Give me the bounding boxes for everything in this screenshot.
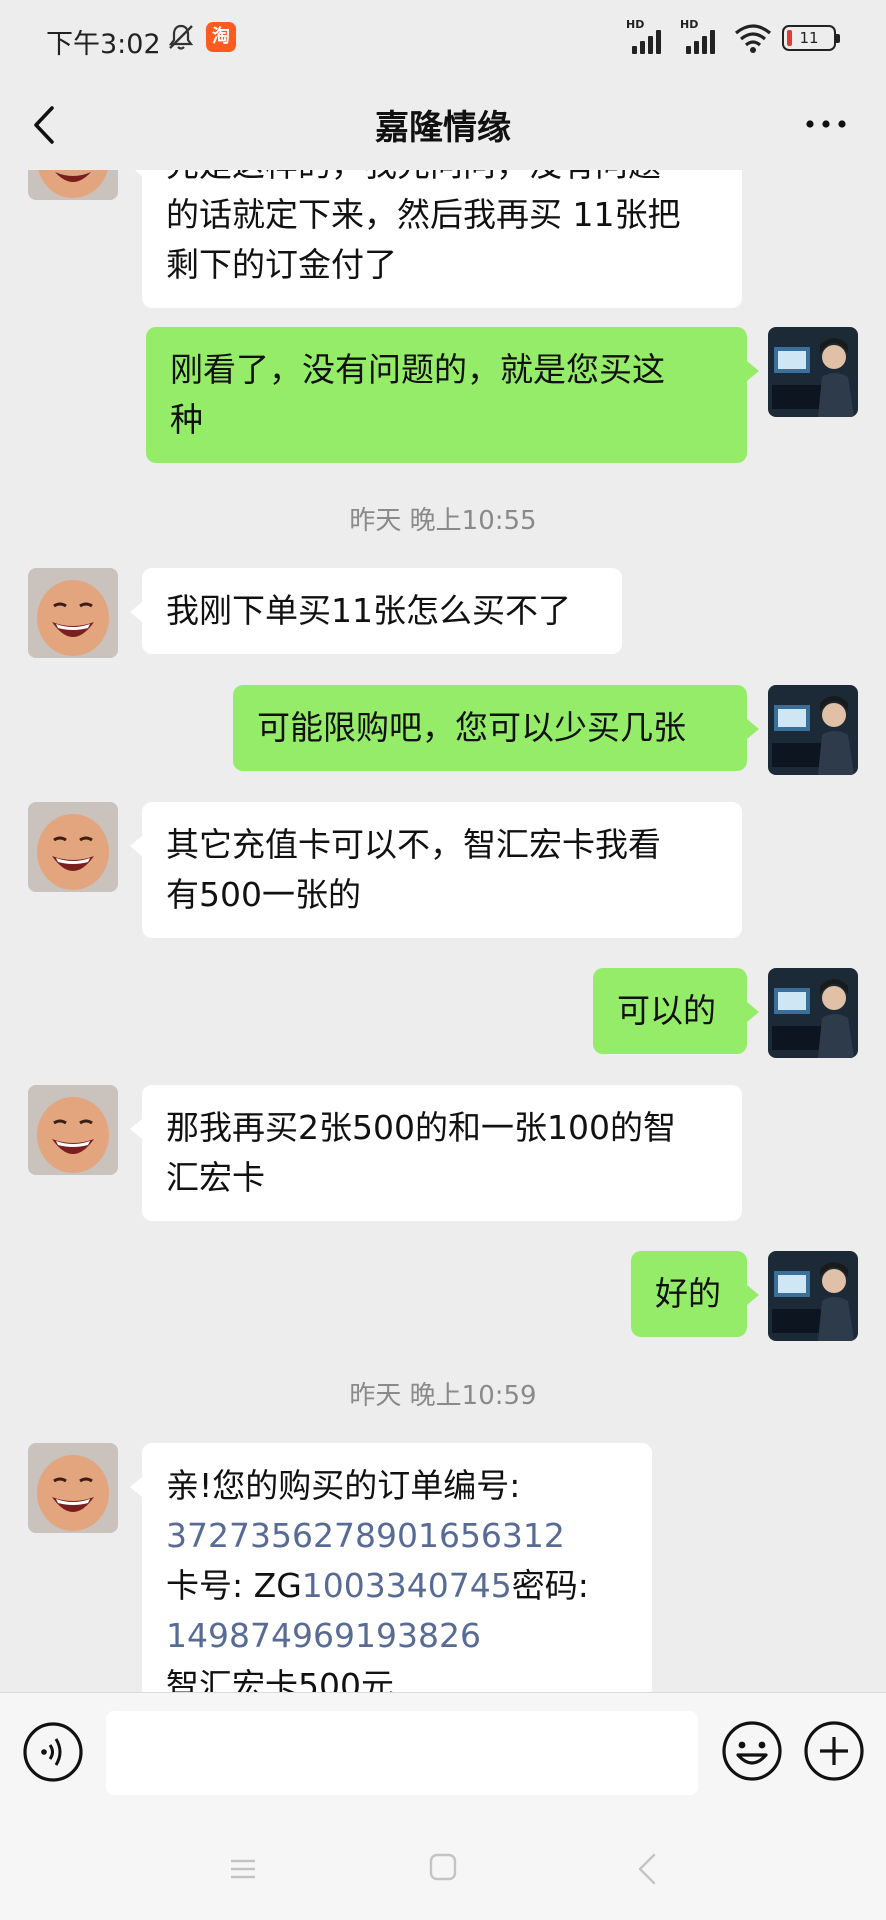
order-number-link[interactable]: 3727356278901656312 xyxy=(166,1511,628,1561)
password-label: 密码: xyxy=(511,1566,589,1605)
message-text-line: 那我再买2张500的和一张100的智 xyxy=(166,1108,676,1147)
message-bubble-incoming[interactable]: 先是这样的，我先问问，没有问题 的话就定下来，然后我再买 11张把 剩下的订金付… xyxy=(130,170,742,308)
my-avatar[interactable] xyxy=(768,968,858,1058)
message-text-line: 种 xyxy=(170,400,203,439)
my-avatar[interactable] xyxy=(768,685,858,775)
message-bubble-incoming-order[interactable]: 亲!您的购买的订单编号: 3727356278901656312 卡号: ZG1… xyxy=(130,1443,652,1692)
add-more-icon[interactable] xyxy=(802,1719,866,1783)
more-options-icon[interactable] xyxy=(804,114,848,134)
signal-2-icon: HD xyxy=(680,18,724,54)
battery-icon: 11 xyxy=(782,25,840,51)
message-bubble-outgoing[interactable]: 好的 xyxy=(631,1251,759,1337)
message-text-line: 可以的 xyxy=(617,991,716,1030)
message-bubble-incoming[interactable]: 我刚下单买11张怎么买不了 xyxy=(130,568,622,654)
message-text-line: 剩下的订金付了 xyxy=(166,245,397,284)
contact-avatar[interactable] xyxy=(28,802,118,892)
card-number-link[interactable]: 1003340745 xyxy=(302,1566,512,1605)
system-back-icon[interactable] xyxy=(636,1852,658,1886)
status-left-icons: 淘 xyxy=(166,22,236,52)
order-prefix-text: 亲!您的购买的订单编号: xyxy=(166,1466,521,1505)
message-text-line: 好的 xyxy=(655,1274,721,1313)
chat-title: 嘉隆情缘 xyxy=(375,108,511,148)
emoji-icon[interactable] xyxy=(720,1719,784,1783)
message-list[interactable]: 先是这样的，我先问问，没有问题 的话就定下来，然后我再买 11张把 剩下的订金付… xyxy=(0,170,886,1692)
message-text-line: 的话就定下来，然后我再买 11张把 xyxy=(166,195,681,234)
product-text: 智汇宏卡500元 xyxy=(166,1666,394,1692)
contact-avatar[interactable] xyxy=(28,170,118,200)
recent-apps-icon[interactable] xyxy=(228,1854,258,1884)
contact-avatar[interactable] xyxy=(28,1443,118,1533)
card-number-line: 卡号: ZG1003340745密码: xyxy=(166,1561,628,1611)
mute-bell-icon xyxy=(168,24,194,50)
signal-1-icon: HD xyxy=(626,18,670,54)
message-text-line: 汇宏卡 xyxy=(166,1158,265,1197)
status-bar: 下午3:02 淘 HD HD 11 xyxy=(0,0,886,78)
contact-avatar[interactable] xyxy=(28,568,118,658)
voice-input-icon[interactable] xyxy=(22,1721,84,1783)
message-bubble-outgoing[interactable]: 可能限购吧，您可以少买几张 xyxy=(233,685,759,771)
message-text-line: 其它充值卡可以不，智汇宏卡我看 xyxy=(166,825,661,864)
taobao-app-icon: 淘 xyxy=(206,22,236,52)
message-bubble-outgoing[interactable]: 可以的 xyxy=(593,968,759,1054)
system-navigation-bar xyxy=(0,1820,886,1920)
password-number-link[interactable]: 149874969193826 xyxy=(166,1611,628,1661)
message-timestamp: 昨天 晚上10:55 xyxy=(349,506,537,536)
message-bubble-incoming[interactable]: 那我再买2张500的和一张100的智 汇宏卡 xyxy=(130,1085,742,1221)
battery-level: 11 xyxy=(799,29,819,47)
message-bubble-incoming[interactable]: 其它充值卡可以不，智汇宏卡我看 有500一张的 xyxy=(130,802,742,938)
message-text-line: 我刚下单买11张怎么买不了 xyxy=(166,591,571,630)
wifi-icon xyxy=(734,24,772,53)
my-avatar[interactable] xyxy=(768,327,858,417)
home-icon[interactable] xyxy=(428,1852,458,1882)
message-timestamp: 昨天 晚上10:59 xyxy=(349,1381,537,1411)
message-input[interactable] xyxy=(106,1711,698,1795)
my-avatar[interactable] xyxy=(768,1251,858,1341)
message-text-line: 可能限购吧，您可以少买几张 xyxy=(257,708,686,747)
message-text-line: 有500一张的 xyxy=(166,875,361,914)
card-label: 卡号: ZG xyxy=(166,1566,302,1605)
message-text-line: 先是这样的，我先问问，没有问题 xyxy=(166,170,718,190)
input-bar xyxy=(0,1692,886,1820)
chat-header: 嘉隆情缘 xyxy=(0,78,886,170)
contact-avatar[interactable] xyxy=(28,1085,118,1175)
status-right-icons: HD HD 11 xyxy=(626,18,840,54)
message-text-line: 刚看了，没有问题的，就是您买这 xyxy=(170,350,665,389)
status-time: 下午3:02 xyxy=(46,29,161,60)
message-bubble-outgoing[interactable]: 刚看了，没有问题的，就是您买这 种 xyxy=(146,327,759,463)
